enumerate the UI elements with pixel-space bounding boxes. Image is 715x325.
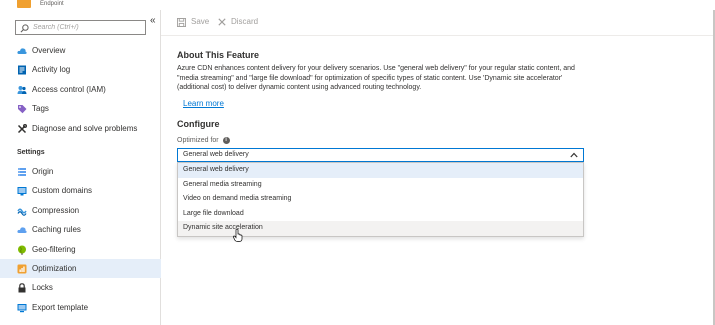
sidebar-item-label: Overview xyxy=(32,46,66,55)
command-bar: Save Discard xyxy=(161,10,715,36)
sidebar-item-overview[interactable]: Overview xyxy=(0,41,161,60)
sidebar-item-locks[interactable]: Locks xyxy=(0,278,161,297)
sidebar-item-label: Export template xyxy=(32,303,89,312)
save-icon xyxy=(177,17,186,27)
resource-subtitle: Endpoint xyxy=(40,1,64,7)
optimized-for-text: Optimized for xyxy=(177,137,219,144)
dropdown-option-general-web-delivery[interactable]: General web delivery xyxy=(178,163,583,178)
sidebar-item-label: Access control (IAM) xyxy=(32,85,106,94)
dropdown-option-general-media-streaming[interactable]: General media streaming xyxy=(178,178,583,193)
learn-more-link[interactable]: Learn more xyxy=(183,99,224,108)
origin-icon xyxy=(18,168,26,176)
optimized-for-dropdown[interactable]: General web delivery xyxy=(177,148,584,162)
sidebar-item-label: Optimization xyxy=(32,264,77,273)
sidebar-item-label: Caching rules xyxy=(32,225,81,234)
tag-icon xyxy=(18,105,27,114)
search-input[interactable] xyxy=(33,22,143,33)
save-button[interactable]: Save xyxy=(177,16,209,28)
sidebar-item-access-control[interactable]: Access control (IAM) xyxy=(0,80,161,99)
about-title: About This Feature xyxy=(177,50,260,60)
collapse-sidebar-button[interactable]: « xyxy=(150,16,156,26)
sidebar-item-label: Geo-filtering xyxy=(32,245,76,254)
people-icon xyxy=(17,86,27,94)
header-strip: Endpoint xyxy=(0,0,715,10)
sidebar-item-label: Activity log xyxy=(32,65,71,74)
about-description: Azure CDN enhances content delivery for … xyxy=(177,65,575,91)
save-label: Save xyxy=(191,17,210,26)
info-icon[interactable]: i xyxy=(222,137,230,144)
sidebar-item-diagnose[interactable]: Diagnose and solve problems xyxy=(0,119,161,138)
sidebar-item-compression[interactable]: Compression xyxy=(0,201,161,220)
optimized-for-label: Optimized for i xyxy=(177,137,230,144)
activity-log-icon xyxy=(18,65,26,75)
configure-title: Configure xyxy=(177,119,220,129)
optimization-icon xyxy=(17,264,27,274)
cloud-overview-icon xyxy=(17,48,27,54)
sidebar-item-label: Tags xyxy=(32,104,49,113)
chevron-up-icon xyxy=(570,152,578,158)
search-box[interactable] xyxy=(15,20,146,35)
cdn-endpoint-icon xyxy=(17,0,31,8)
sidebar-item-tags[interactable]: Tags xyxy=(0,99,161,118)
settings-section-header: Settings xyxy=(17,149,45,156)
wrench-icon xyxy=(17,124,27,134)
sidebar-item-label: Locks xyxy=(32,283,53,292)
sidebar-item-label: Diagnose and solve problems xyxy=(32,124,138,133)
dropdown-selected-value: General web delivery xyxy=(183,151,249,158)
sidebar: « Overview Activity log Access control (… xyxy=(0,10,161,325)
search-icon xyxy=(20,24,29,33)
sidebar-item-custom-domains[interactable]: Custom domains xyxy=(0,181,161,200)
discard-button[interactable]: Discard xyxy=(218,16,258,28)
hand-cursor-icon xyxy=(233,229,243,242)
cloud-icon xyxy=(17,227,27,233)
sidebar-item-label: Compression xyxy=(32,206,80,215)
dropdown-option-large-file-download[interactable]: Large file download xyxy=(178,207,583,222)
sidebar-item-activity-log[interactable]: Activity log xyxy=(0,60,161,79)
dropdown-options-list: General web delivery General media strea… xyxy=(177,162,584,237)
sidebar-item-export-template[interactable]: Export template xyxy=(0,298,161,317)
sidebar-item-caching-rules[interactable]: Caching rules xyxy=(0,220,161,239)
sidebar-item-label: Custom domains xyxy=(32,186,93,195)
globe-icon xyxy=(18,245,26,255)
close-icon xyxy=(218,18,226,26)
sidebar-item-origin[interactable]: Origin xyxy=(0,162,161,181)
sidebar-item-label: Origin xyxy=(32,167,54,176)
dropdown-option-video-on-demand[interactable]: Video on demand media streaming xyxy=(178,192,583,207)
discard-label: Discard xyxy=(231,17,259,26)
export-template-icon xyxy=(17,304,27,313)
sidebar-item-optimization[interactable]: Optimization xyxy=(0,259,161,278)
custom-domains-icon xyxy=(17,187,27,196)
sidebar-item-geo-filtering[interactable]: Geo-filtering xyxy=(0,240,161,259)
lock-icon xyxy=(18,283,26,293)
compression-icon xyxy=(17,208,27,216)
